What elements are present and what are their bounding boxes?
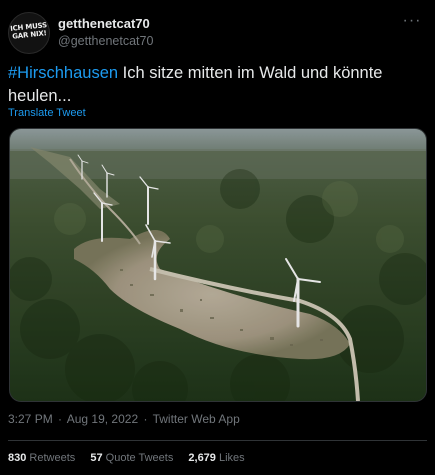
author-handle[interactable]: @getthenetcat70 [58,34,153,48]
separator: · [143,412,148,426]
quote-tweets-count: 57 [90,452,103,464]
tweet-time[interactable]: 3:27 PM [8,412,53,426]
author-display-name[interactable]: getthenetcat70 [58,16,150,31]
retweets-count: 830 [8,452,27,464]
tweet-text: #Hirschhausen Ich sitze mitten im Wald u… [8,62,418,108]
avatar[interactable]: ICH MUSS GAR NIX! [8,12,50,54]
hashtag-link[interactable]: #Hirschhausen [8,64,118,82]
translate-tweet-link[interactable]: Translate Tweet [8,107,86,119]
retweets-stat[interactable]: 830 Retweets [8,452,75,464]
tweet-date[interactable]: Aug 19, 2022 [67,412,138,426]
avatar-text: ICH MUSS GAR NIX! [9,21,49,41]
quote-tweets-stat[interactable]: 57 Quote Tweets [90,452,173,464]
retweets-label: Retweets [29,452,76,464]
likes-label: Likes [218,452,245,464]
divider [8,440,427,441]
likes-stat[interactable]: 2,679 Likes [188,452,244,464]
quote-tweets-label: Quote Tweets [105,452,174,464]
tweet-photo[interactable] [9,128,427,402]
likes-count: 2,679 [188,452,216,464]
photo-icon [10,129,426,401]
separator: · [58,412,63,426]
more-dots-icon[interactable]: ··· [401,13,423,32]
tweet-client[interactable]: Twitter Web App [153,412,240,426]
tweet-meta: 3:27 PM · Aug 19, 2022 · Twitter Web App [8,412,240,426]
tweet-stats: 830 Retweets 57 Quote Tweets 2,679 Likes [8,452,257,464]
tweet-header: ICH MUSS GAR NIX! getthenetcat70 @getthe… [8,12,427,58]
